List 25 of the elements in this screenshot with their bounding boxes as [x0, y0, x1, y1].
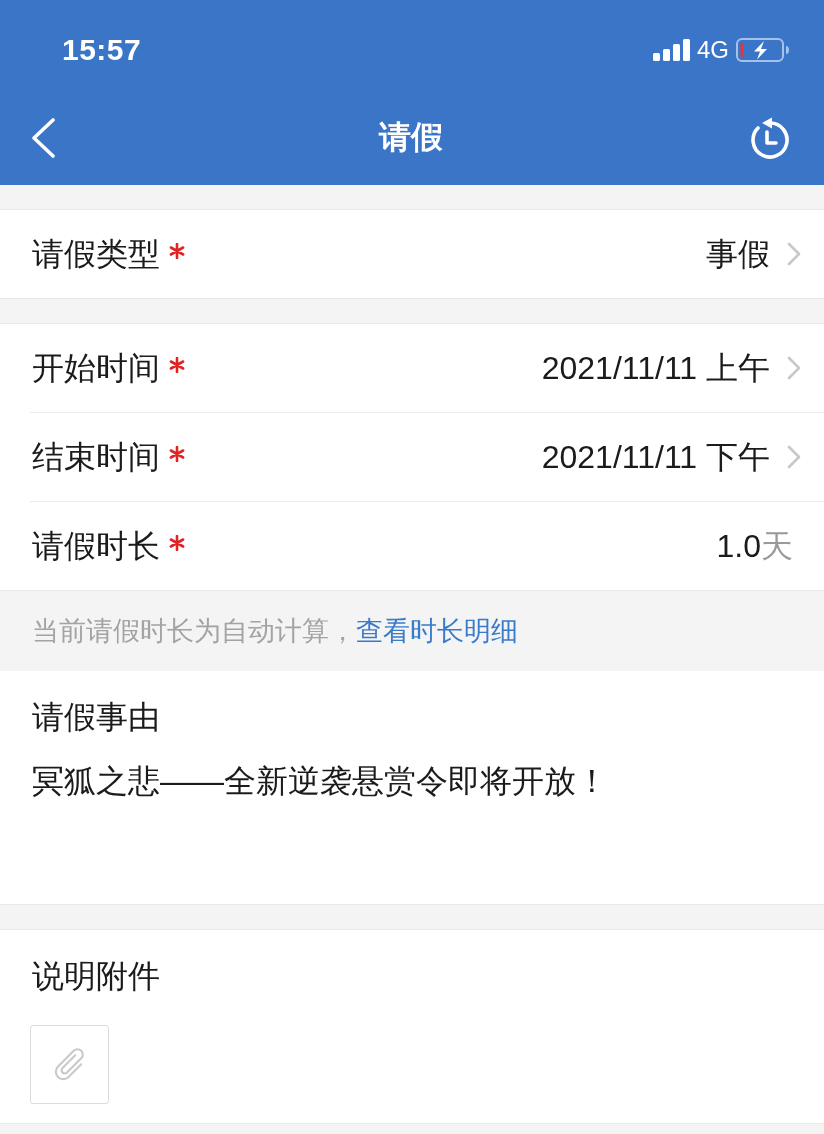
signal-icon — [653, 39, 691, 61]
duration-detail-link[interactable]: 查看时长明细 — [356, 616, 518, 646]
select-value[interactable]: 2021/11/11 上午 — [541, 348, 770, 388]
reason-label: 请假事由 — [32, 698, 160, 737]
duration-value: 1.0 — [716, 527, 761, 566]
chevron-right-icon[interactable] — [787, 356, 801, 380]
page-title: 请假 — [379, 117, 443, 157]
hint-text: 当前请假时长为自动计算，查看时长明细 — [32, 615, 518, 648]
network-type: 4G — [697, 36, 729, 64]
back-icon[interactable] — [30, 117, 56, 158]
history-icon[interactable] — [748, 115, 792, 160]
status-time: 15:57 — [62, 33, 142, 67]
attach-button[interactable] — [30, 1025, 109, 1104]
field-label: 请假时长 — [32, 527, 160, 566]
field-label: 开始时间 — [32, 349, 160, 388]
battery-charging-icon — [736, 38, 790, 62]
chevron-right-icon[interactable] — [787, 242, 801, 266]
field-label: 请假类型 — [32, 235, 160, 274]
attachment-label: 说明附件 — [32, 957, 160, 996]
unit-label: 天 — [761, 527, 793, 566]
chevron-right-icon[interactable] — [787, 445, 801, 469]
select-value[interactable]: 2021/11/11 下午 — [541, 437, 770, 477]
field-label: 结束时间 — [32, 438, 160, 477]
select-value[interactable]: 事假 — [706, 234, 770, 274]
reason-field[interactable]: 冥狐之悲——全新逆袭悬赏令即将开放！ — [32, 757, 792, 877]
